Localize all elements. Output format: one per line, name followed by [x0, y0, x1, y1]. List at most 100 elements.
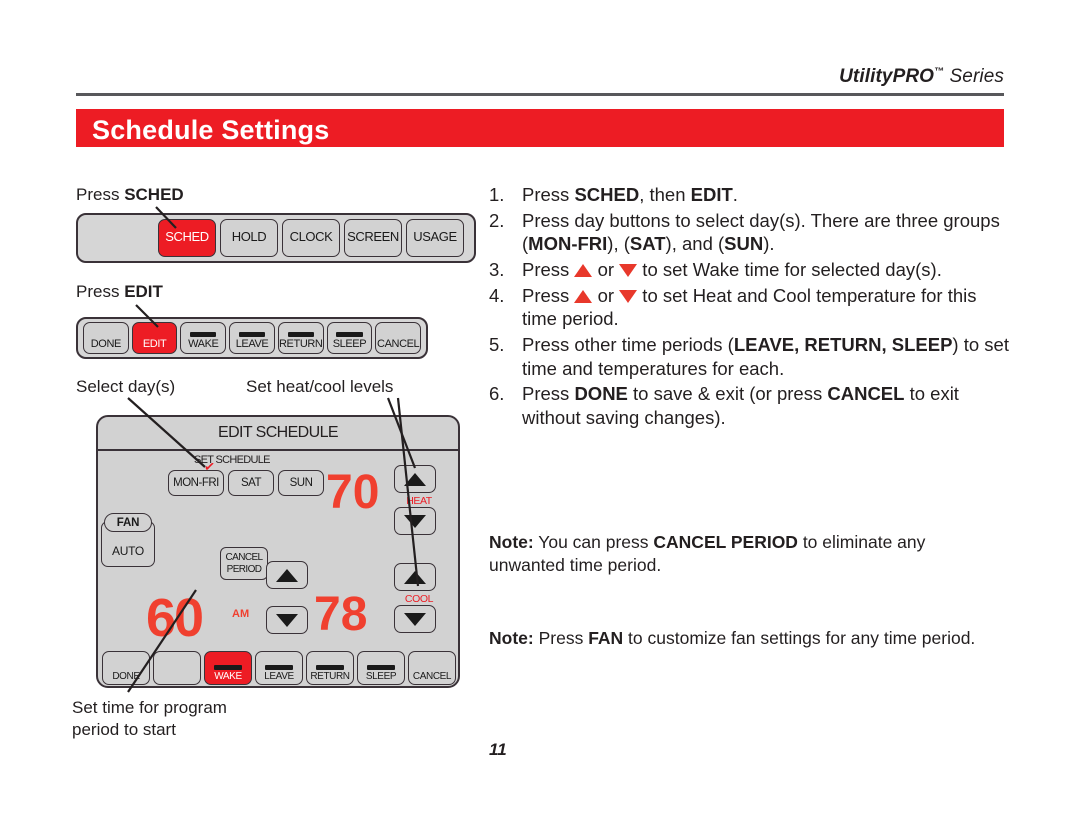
panel-sleep-label: SLEEP: [365, 670, 397, 682]
period-indicator-bar-icon: [213, 664, 243, 670]
edit-keypad-leave-label: LEAVE: [235, 338, 269, 351]
cool-setpoint-display: 78: [314, 588, 368, 641]
page-title: Schedule Settings: [92, 115, 330, 145]
panel-wake-button[interactable]: WAKE: [204, 651, 252, 685]
clock-button[interactable]: CLOCK: [282, 219, 340, 257]
edit-keypad-return-button[interactable]: RETURN: [277, 322, 324, 354]
panel-done-button[interactable]: DONE: [102, 651, 150, 685]
instruction-step: 1. Press SCHED, then EDIT.: [489, 183, 1009, 207]
period-indicator-bar-icon: [336, 332, 363, 338]
triangle-down-icon: [404, 612, 426, 626]
step-text: Press or to set Heat and Cool temperatur…: [522, 284, 977, 330]
fan-button[interactable]: FAN: [104, 513, 152, 532]
header-divider: [76, 93, 1004, 96]
time-display: 60: [146, 588, 204, 648]
note-cancel-period: Note: You can press CANCEL PERIOD to eli…: [489, 532, 926, 576]
day-button-mon-fri[interactable]: MON-FRI: [168, 470, 224, 496]
screen-button[interactable]: SCREEN: [344, 219, 402, 257]
fan-button-label: FAN: [116, 516, 140, 529]
series-name: UtilityPRO: [839, 66, 935, 87]
panel-leave-label: LEAVE: [264, 670, 294, 682]
cool-down-button[interactable]: [394, 605, 436, 633]
thermostat-top-keypad: SCHED HOLD CLOCK SCREEN USAGE: [76, 213, 476, 263]
edit-keypad-wake-label: WAKE: [188, 338, 219, 351]
edit-keypad-return-label: RETURN: [279, 338, 323, 351]
period-indicator-bar-icon: [287, 332, 314, 338]
cancel-period-button[interactable]: CANCEL PERIOD: [220, 547, 268, 580]
triangle-up-icon: [404, 472, 426, 486]
triangle-up-icon: [404, 570, 426, 584]
time-down-button[interactable]: [266, 606, 308, 634]
day-button-sat-label: SAT: [240, 477, 262, 489]
step-number: 4.: [489, 284, 505, 306]
edit-keypad-done-label: DONE: [90, 338, 122, 351]
panel-blank-button: [153, 651, 201, 685]
step-text: Press or to set Wake time for selected d…: [522, 259, 942, 281]
panel-cancel-label: CANCEL: [412, 670, 452, 682]
cancel-period-line1: CANCEL: [225, 552, 264, 563]
day-button-mon-fri-label: MON-FRI: [173, 477, 219, 489]
press-edit-callout: Press EDIT: [76, 282, 163, 302]
hold-button-label: HOLD: [231, 229, 267, 245]
page-title-bar: Schedule Settings: [76, 109, 1004, 147]
panel-return-button[interactable]: RETURN: [306, 651, 354, 685]
step-number: 2.: [489, 209, 505, 231]
press-edit-bold: EDIT: [124, 282, 163, 301]
edit-keypad-edit-label: EDIT: [142, 338, 167, 351]
edit-keypad-edit-button[interactable]: EDIT: [131, 322, 178, 354]
step-text: Press day buttons to select day(s). Ther…: [522, 209, 1000, 255]
step-number: 1.: [489, 184, 505, 205]
set-levels-callout: Set heat/cool levels: [246, 377, 394, 396]
select-days-callout: Select day(s): [76, 377, 176, 396]
press-sched-bold: SCHED: [124, 185, 184, 204]
cancel-period-line2: PERIOD: [226, 563, 262, 575]
panel-done-label: DONE: [112, 670, 140, 682]
panel-cancel-button[interactable]: CANCEL: [408, 651, 456, 685]
day-button-sun[interactable]: SUN: [278, 470, 324, 496]
triangle-up-icon: [276, 568, 298, 582]
thermostat-screen-body: SET SCHEDULE ✓ MON-FRI SAT SUN AUTO FAN …: [98, 451, 458, 690]
thermostat-bottom-keypad: DONE WAKE LEAVE RETURN SLEEP CANCEL: [102, 651, 456, 687]
edit-keypad-sleep-label: SLEEP: [332, 338, 367, 351]
day-button-sat[interactable]: SAT: [228, 470, 274, 496]
edit-keypad-sleep-button[interactable]: SLEEP: [326, 322, 373, 354]
edit-keypad-done-button[interactable]: DONE: [83, 322, 129, 354]
panel-wake-label: WAKE: [214, 670, 242, 682]
manual-page: UtilityPRO™ Series Schedule Settings Pre…: [0, 0, 1080, 834]
instruction-step: 4. Press or to set Heat and Cool tempera…: [489, 284, 1009, 331]
cool-label: COOL: [404, 593, 434, 605]
clock-button-label: CLOCK: [289, 229, 333, 245]
instruction-step: 2. Press day buttons to select day(s). T…: [489, 209, 1009, 256]
period-indicator-bar-icon: [366, 664, 396, 670]
sched-button[interactable]: SCHED: [158, 219, 216, 257]
edit-keypad-cancel-label: CANCEL: [377, 338, 420, 351]
heat-down-button[interactable]: [394, 507, 436, 535]
panel-return-label: RETURN: [310, 670, 350, 682]
panel-sleep-button[interactable]: SLEEP: [357, 651, 405, 685]
thermostat-edit-keypad: DONE EDIT WAKE LEAVE RETURN SLEEP CANCEL: [76, 317, 428, 359]
set-time-callout-line2: period to start: [72, 720, 176, 739]
time-up-button[interactable]: [266, 561, 308, 589]
usage-button[interactable]: USAGE: [406, 219, 464, 257]
am-pm-indicator: AM: [232, 608, 250, 620]
edit-keypad-leave-button[interactable]: LEAVE: [229, 322, 275, 354]
hold-button[interactable]: HOLD: [220, 219, 278, 257]
panel-leave-button[interactable]: LEAVE: [255, 651, 303, 685]
edit-keypad-cancel-button[interactable]: CANCEL: [375, 322, 422, 354]
series-branding: UtilityPRO™ Series: [0, 66, 1080, 88]
step-number: 3.: [489, 259, 505, 281]
note-fan: Note: Press FAN to customize fan setting…: [489, 628, 976, 648]
usage-button-label: USAGE: [413, 229, 457, 245]
thermostat-panel: EDIT SCHEDULE SET SCHEDULE ✓ MON-FRI SAT…: [96, 415, 460, 688]
set-time-callout-line1: Set time for program: [72, 698, 227, 717]
press-sched-prefix: Press: [76, 185, 125, 204]
edit-keypad-wake-button[interactable]: WAKE: [180, 322, 227, 354]
sched-button-label: SCHED: [165, 229, 209, 245]
step-number: 6.: [489, 383, 505, 405]
step-text: Press DONE to save & exit (or press CANC…: [522, 383, 959, 429]
heat-up-button[interactable]: [394, 465, 436, 493]
heat-setpoint-display: 70: [326, 466, 380, 519]
press-edit-prefix: Press: [76, 282, 125, 301]
step-number: 5.: [489, 334, 505, 356]
cool-up-button[interactable]: [394, 563, 436, 591]
